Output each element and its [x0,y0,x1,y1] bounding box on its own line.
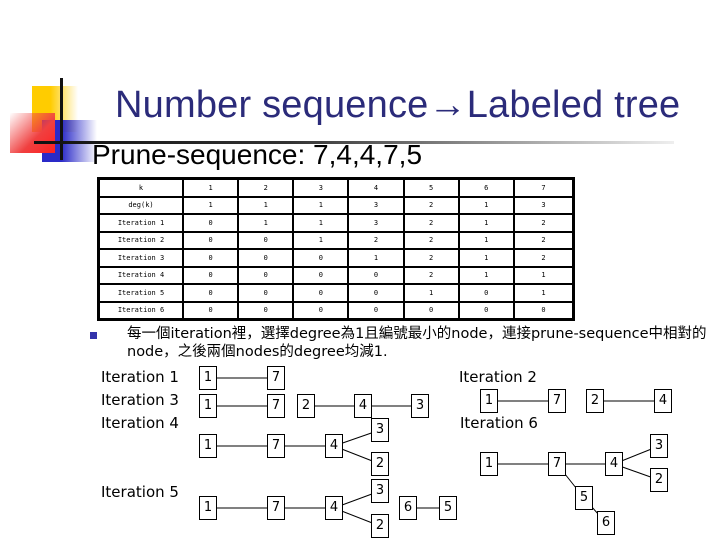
node-it6-4: 4 [605,452,623,476]
node-it3-2: 2 [297,394,315,418]
node-it5-3: 3 [371,479,389,503]
node-it3-3: 3 [411,394,429,418]
node-it2-1: 1 [480,389,498,413]
node-it5-5: 5 [439,496,457,520]
node-it1-7: 7 [267,366,285,390]
node-it6-5: 5 [575,486,593,510]
node-it3-4: 4 [354,394,372,418]
node-it1-1: 1 [199,366,217,390]
node-it2-4: 4 [654,389,672,413]
node-it5-6: 6 [399,496,417,520]
node-it5-4: 4 [325,496,343,520]
node-it2-2: 2 [586,389,604,413]
node-it6-3: 3 [650,434,668,458]
node-it3-7: 7 [267,394,285,418]
node-it6-7: 7 [548,452,566,476]
node-it2-7: 7 [548,389,566,413]
node-it6-1: 1 [480,452,498,476]
node-it6-6: 6 [597,511,615,535]
node-it5-2: 2 [371,514,389,538]
node-it4-7: 7 [267,434,285,458]
node-it5-1: 1 [199,496,217,520]
node-it3-1: 1 [199,394,217,418]
node-it4-4: 4 [325,434,343,458]
node-it4-3: 3 [371,418,389,442]
node-it5-7: 7 [267,496,285,520]
node-it4-2: 2 [371,452,389,476]
node-it6-2: 2 [650,468,668,492]
node-it4-1: 1 [199,434,217,458]
